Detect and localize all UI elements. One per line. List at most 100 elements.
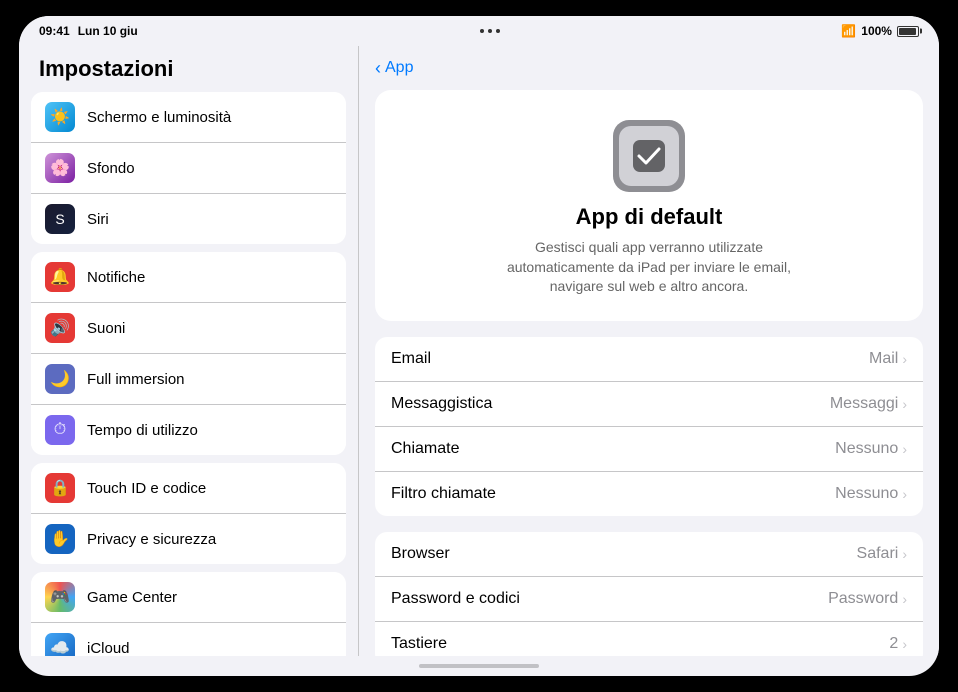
status-center: [480, 29, 500, 33]
battery-percent: 100%: [861, 24, 892, 38]
notifiche-label: Notifiche: [87, 269, 145, 286]
status-time: 09:41: [39, 24, 70, 38]
privacy-icon: ✋: [45, 524, 75, 554]
tempo-label: Tempo di utilizzo: [87, 422, 198, 439]
full-immersion-icon: 🌙: [45, 364, 75, 394]
sfondo-icon: 🌸: [45, 153, 75, 183]
privacy-label: Privacy e sicurezza: [87, 531, 216, 548]
sidebar-item-icloud[interactable]: ☁️ iCloud: [31, 623, 346, 656]
status-right: 📶 100%: [841, 24, 919, 38]
back-chevron-icon: ‹: [375, 58, 381, 79]
email-label: Email: [391, 350, 431, 368]
messaggistica-value-text: Messaggi: [830, 395, 898, 413]
settings-row-chiamate[interactable]: Chiamate Nessuno ›: [375, 427, 923, 472]
sidebar-item-sfondo[interactable]: 🌸 Sfondo: [31, 143, 346, 194]
dot3: [496, 29, 500, 33]
dot1: [480, 29, 484, 33]
siri-label: Siri: [87, 211, 109, 228]
chiamate-value-text: Nessuno: [835, 440, 898, 458]
sidebar-section-3: 🔒 Touch ID e codice ✋ Privacy e sicurezz…: [31, 463, 346, 564]
back-button[interactable]: ‹ App: [375, 58, 413, 79]
sfondo-label: Sfondo: [87, 160, 135, 177]
settings-row-tastiere[interactable]: Tastiere 2 ›: [375, 622, 923, 656]
email-value: Mail ›: [869, 350, 907, 368]
header-card: App di default Gestisci quali app verran…: [375, 90, 923, 321]
sidebar-item-full-immersion[interactable]: 🌙 Full immersion: [31, 354, 346, 405]
settings-row-messaggistica[interactable]: Messaggistica Messaggi ›: [375, 382, 923, 427]
icloud-label: iCloud: [87, 640, 130, 657]
battery-fill: [899, 28, 916, 35]
tastiere-value: 2 ›: [889, 635, 907, 653]
dot2: [488, 29, 492, 33]
back-label: App: [385, 59, 413, 77]
password-value: Password ›: [828, 590, 907, 608]
filtro-value-text: Nessuno: [835, 485, 898, 503]
status-left: 09:41 Lun 10 giu: [39, 24, 138, 38]
header-title: App di default: [576, 204, 723, 230]
notifiche-icon: 🔔: [45, 262, 75, 292]
email-value-text: Mail: [869, 350, 898, 368]
tastiere-label: Tastiere: [391, 635, 447, 653]
detail-nav: ‹ App: [359, 46, 939, 90]
sidebar-item-gamecenter[interactable]: 🎮 Game Center: [31, 572, 346, 623]
home-indicator: [19, 656, 939, 676]
email-chevron-icon: ›: [902, 351, 907, 367]
filtro-value: Nessuno ›: [835, 485, 907, 503]
sidebar-item-touchid[interactable]: 🔒 Touch ID e codice: [31, 463, 346, 514]
browser-value: Safari ›: [857, 545, 907, 563]
ipad-frame: 09:41 Lun 10 giu 📶 100% Impostazioni ☀️ …: [19, 16, 939, 676]
browser-chevron-icon: ›: [902, 546, 907, 562]
full-immersion-label: Full immersion: [87, 371, 185, 388]
sidebar-item-tempo[interactable]: ⏱ Tempo di utilizzo: [31, 405, 346, 455]
messaggistica-label: Messaggistica: [391, 395, 492, 413]
password-label: Password e codici: [391, 590, 520, 608]
settings-row-password[interactable]: Password e codici Password ›: [375, 577, 923, 622]
main-content: Impostazioni ☀️ Schermo e luminosità 🌸 S…: [19, 46, 939, 656]
tastiere-value-text: 2: [889, 635, 898, 653]
sidebar-title: Impostazioni: [19, 46, 358, 92]
gamecenter-label: Game Center: [87, 589, 177, 606]
battery-icon: [897, 26, 919, 37]
header-subtitle: Gestisci quali app verranno utilizzate a…: [489, 238, 809, 297]
sidebar-item-privacy[interactable]: ✋ Privacy e sicurezza: [31, 514, 346, 564]
tastiere-chevron-icon: ›: [902, 636, 907, 652]
filtro-chevron-icon: ›: [902, 486, 907, 502]
suoni-icon: 🔊: [45, 313, 75, 343]
chiamate-label: Chiamate: [391, 440, 459, 458]
messaggistica-chevron-icon: ›: [902, 396, 907, 412]
suoni-label: Suoni: [87, 320, 125, 337]
password-value-text: Password: [828, 590, 898, 608]
sidebar-section-2: 🔔 Notifiche 🔊 Suoni 🌙 Full immersion ⏱ T…: [31, 252, 346, 455]
touchid-label: Touch ID e codice: [87, 480, 206, 497]
sidebar-item-schermo[interactable]: ☀️ Schermo e luminosità: [31, 92, 346, 143]
chiamate-chevron-icon: ›: [902, 441, 907, 457]
settings-row-filtro[interactable]: Filtro chiamate Nessuno ›: [375, 472, 923, 516]
messaggistica-value: Messaggi ›: [830, 395, 907, 413]
settings-row-email[interactable]: Email Mail ›: [375, 337, 923, 382]
settings-row-browser[interactable]: Browser Safari ›: [375, 532, 923, 577]
checkmark-icon: [631, 138, 667, 174]
sidebar-item-notifiche[interactable]: 🔔 Notifiche: [31, 252, 346, 303]
password-chevron-icon: ›: [902, 591, 907, 607]
sidebar-item-siri[interactable]: S Siri: [31, 194, 346, 244]
app-default-icon: [619, 126, 679, 186]
siri-icon: S: [45, 204, 75, 234]
sidebar-item-suoni[interactable]: 🔊 Suoni: [31, 303, 346, 354]
icloud-icon: ☁️: [45, 633, 75, 656]
chiamate-value: Nessuno ›: [835, 440, 907, 458]
touchid-icon: 🔒: [45, 473, 75, 503]
status-day: Lun 10 giu: [78, 24, 138, 38]
schermo-label: Schermo e luminosità: [87, 109, 231, 126]
sidebar-section-1: ☀️ Schermo e luminosità 🌸 Sfondo S Siri: [31, 92, 346, 244]
sidebar: Impostazioni ☀️ Schermo e luminosità 🌸 S…: [19, 46, 359, 656]
browser-value-text: Safari: [857, 545, 899, 563]
filtro-label: Filtro chiamate: [391, 485, 496, 503]
home-bar: [419, 664, 539, 668]
settings-section-1: Email Mail › Messaggistica Messaggi › Ch…: [375, 337, 923, 516]
wifi-icon: 📶: [841, 24, 856, 38]
sidebar-section-4: 🎮 Game Center ☁️ iCloud 💳 Wallet e Apple…: [31, 572, 346, 656]
gamecenter-icon: 🎮: [45, 582, 75, 612]
detail-panel: ‹ App App di default Gestisci quali app …: [359, 46, 939, 656]
app-default-icon-container: [613, 120, 685, 192]
browser-label: Browser: [391, 545, 450, 563]
